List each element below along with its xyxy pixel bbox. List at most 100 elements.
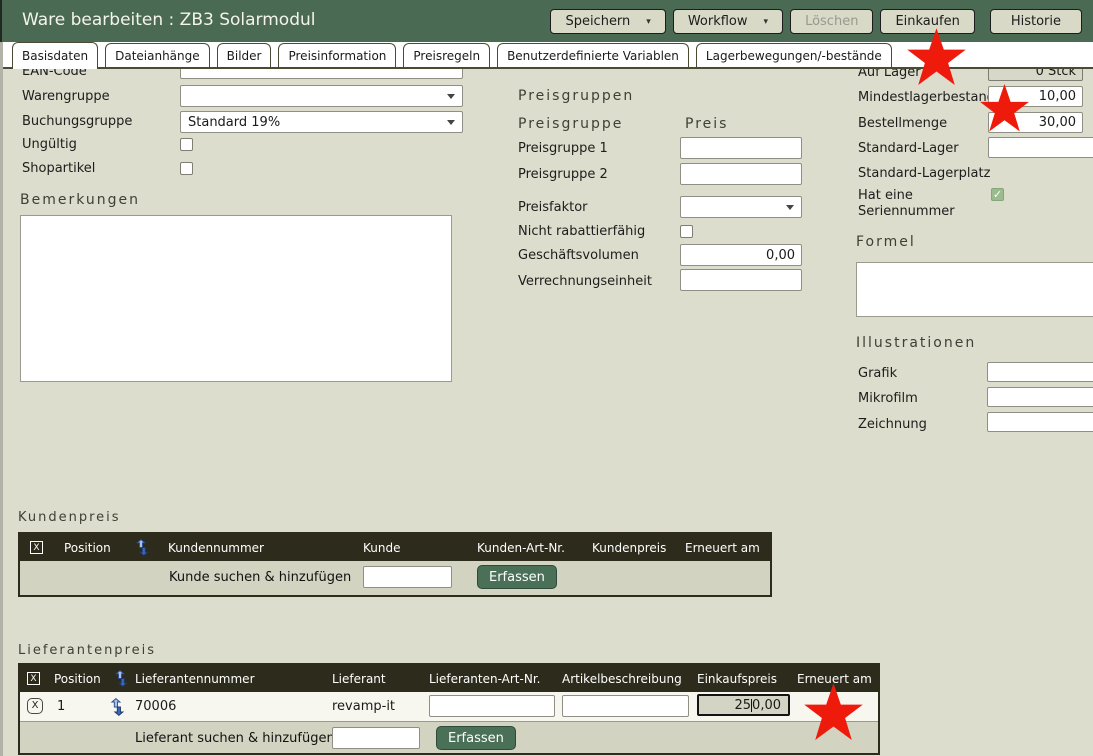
column-lieferanten-art-nr: Lieferanten-Art-Nr.	[429, 672, 540, 686]
buchungsgruppe-label: Buchungsgruppe	[22, 114, 132, 129]
column-kundennummer: Kundennummer	[168, 541, 264, 555]
verrechnungseinheit-label: Verrechnungseinheit	[518, 274, 652, 289]
column-position: Position	[54, 672, 101, 686]
mikrofilm-label: Mikrofilm	[858, 391, 918, 406]
row-lieferant: revamp-it	[332, 699, 395, 714]
toolbar: Speichern ▾ Workflow ▾ Löschen Einkaufen…	[550, 9, 1082, 34]
row-lieferanten-art-nr-input[interactable]	[429, 695, 555, 717]
sort-handle-icon[interactable]	[109, 698, 126, 716]
standard-lager-label: Standard-Lager	[858, 141, 959, 156]
lieferant-suchen-label: Lieferant suchen & hinzufügen	[135, 731, 335, 746]
seriennummer-label-line2: Seriennummer	[858, 204, 955, 219]
warengruppe-select[interactable]	[180, 85, 463, 107]
preisgruppen-heading: Preisgruppen	[518, 88, 634, 104]
tab-dateianhaenge[interactable]: Dateianhänge	[105, 43, 210, 67]
sort-icon[interactable]	[135, 539, 150, 556]
tab-benutzerdefinierte-variablen[interactable]: Benutzerdefinierte Variablen	[497, 43, 689, 67]
geschaeftsvolumen-input[interactable]: 0,00	[680, 244, 802, 266]
chevron-down-icon[interactable]: ▾	[764, 17, 769, 27]
delete-row-icon[interactable]: X	[27, 698, 43, 714]
preisgruppe1-input[interactable]	[680, 137, 802, 159]
ungueltig-label: Ungültig	[22, 137, 77, 152]
shopartikel-checkbox[interactable]	[180, 162, 193, 175]
buchungsgruppe-select[interactable]: Standard 19%	[180, 111, 463, 133]
warengruppe-label: Warengruppe	[22, 89, 110, 104]
annotation-star-mindestlagerbestand	[979, 83, 1030, 134]
lieferantenpreis-table-header: X Position Lieferantennummer Lieferant L…	[20, 665, 878, 692]
column-position: Position	[64, 541, 111, 555]
historie-button[interactable]: Historie	[990, 9, 1082, 34]
column-kunden-art-nr: Kunden-Art-Nr.	[477, 541, 565, 555]
nicht-rabattierfaehig-label: Nicht rabattierfähig	[518, 224, 645, 239]
preisgruppe-column-heading: Preisgruppe	[518, 116, 623, 132]
app-window: Ware bearbeiten : ZB3 Solarmodul Speiche…	[0, 0, 1093, 756]
column-lieferantennummer: Lieferantennummer	[135, 672, 255, 686]
check-icon: ✓	[993, 188, 1002, 201]
tab-basisdaten[interactable]: Basisdaten	[12, 42, 98, 69]
tab-lagerbewegungen[interactable]: Lagerbewegungen/-bestände	[696, 43, 892, 67]
column-erneuert-am: Erneuert am	[685, 541, 760, 555]
kundenpreis-table: X Position Kundennummer Kunde Kunden-Art…	[18, 532, 772, 597]
sort-icon[interactable]	[114, 670, 129, 687]
standard-lagerplatz-label: Standard-Lagerplatz	[858, 166, 990, 181]
zeichnung-label: Zeichnung	[858, 417, 927, 432]
workflow-button[interactable]: Workflow ▾	[673, 9, 783, 34]
seriennummer-label-line1: Hat eine	[858, 188, 913, 203]
kunde-erfassen-button[interactable]: Erfassen	[477, 565, 557, 589]
column-einkaufspreis: Einkaufspreis	[697, 672, 777, 686]
annotation-star-einkaufspreis	[803, 682, 864, 743]
formel-textarea[interactable]	[856, 262, 1093, 317]
grafik-input[interactable]	[987, 362, 1093, 382]
window-edge	[0, 0, 2, 42]
preisfaktor-select[interactable]	[680, 196, 802, 218]
zeichnung-input[interactable]	[987, 412, 1093, 432]
mikrofilm-input[interactable]	[987, 387, 1093, 407]
tab-bilder[interactable]: Bilder	[217, 43, 272, 67]
chevron-down-icon	[786, 205, 794, 210]
shopartikel-label: Shopartikel	[22, 161, 95, 176]
delete-all-icon[interactable]: X	[27, 672, 40, 685]
standard-lager-input[interactable]	[988, 137, 1093, 158]
preisgruppe2-input[interactable]	[680, 163, 802, 185]
bestellmenge-label: Bestellmenge	[858, 116, 947, 131]
illustrationen-heading: Illustrationen	[856, 335, 976, 351]
preis-column-heading: Preis	[685, 116, 728, 132]
loeschen-button: Löschen	[790, 9, 873, 34]
preisfaktor-label: Preisfaktor	[518, 200, 588, 215]
speichern-button[interactable]: Speichern ▾	[550, 9, 665, 34]
kundenpreis-add-row: Kunde suchen & hinzufügen Erfassen	[20, 561, 770, 595]
geschaeftsvolumen-label: Geschäftsvolumen	[518, 248, 639, 263]
annotation-star-einkaufen	[906, 27, 967, 88]
row-einkaufspreis-input[interactable]: 250,00	[697, 694, 790, 716]
lieferantenpreis-heading: Lieferantenpreis	[18, 643, 156, 658]
row-artikelbeschreibung-input[interactable]	[562, 695, 689, 717]
seriennummer-checkbox[interactable]: ✓	[991, 188, 1004, 201]
preisgruppe2-label: Preisgruppe 2	[518, 167, 608, 182]
grafik-label: Grafik	[858, 366, 897, 381]
delete-all-icon[interactable]: X	[30, 541, 43, 554]
kunde-suchen-label: Kunde suchen & hinzufügen	[169, 570, 351, 585]
kundenpreis-table-header: X Position Kundennummer Kunde Kunden-Art…	[20, 534, 770, 561]
bemerkungen-heading: Bemerkungen	[20, 192, 140, 208]
lieferant-erfassen-button[interactable]: Erfassen	[436, 726, 516, 750]
formel-heading: Formel	[856, 234, 916, 250]
ungueltig-checkbox[interactable]	[180, 138, 193, 151]
page-title: Ware bearbeiten : ZB3 Solarmodul	[22, 10, 315, 30]
mindestlagerbestand-label: Mindestlagerbestand	[858, 90, 995, 105]
column-kunde: Kunde	[363, 541, 400, 555]
window-edge	[0, 42, 3, 756]
bemerkungen-textarea[interactable]	[20, 215, 452, 382]
kunde-suchen-input[interactable]	[363, 566, 452, 588]
chevron-down-icon[interactable]: ▾	[646, 17, 651, 27]
lieferantenpreis-table: X Position Lieferantennummer Lieferant L…	[18, 663, 880, 755]
lieferant-suchen-input[interactable]	[332, 727, 420, 749]
tab-preisregeln[interactable]: Preisregeln	[403, 43, 490, 67]
chevron-down-icon	[447, 120, 455, 125]
column-artikelbeschreibung: Artikelbeschreibung	[562, 672, 682, 686]
nicht-rabattierfaehig-checkbox[interactable]	[680, 225, 693, 238]
verrechnungseinheit-input[interactable]	[680, 269, 802, 291]
row-position: 1	[57, 699, 65, 714]
chevron-down-icon	[447, 94, 455, 99]
column-kundenpreis: Kundenpreis	[592, 541, 666, 555]
tab-preisinformation[interactable]: Preisinformation	[278, 43, 396, 67]
